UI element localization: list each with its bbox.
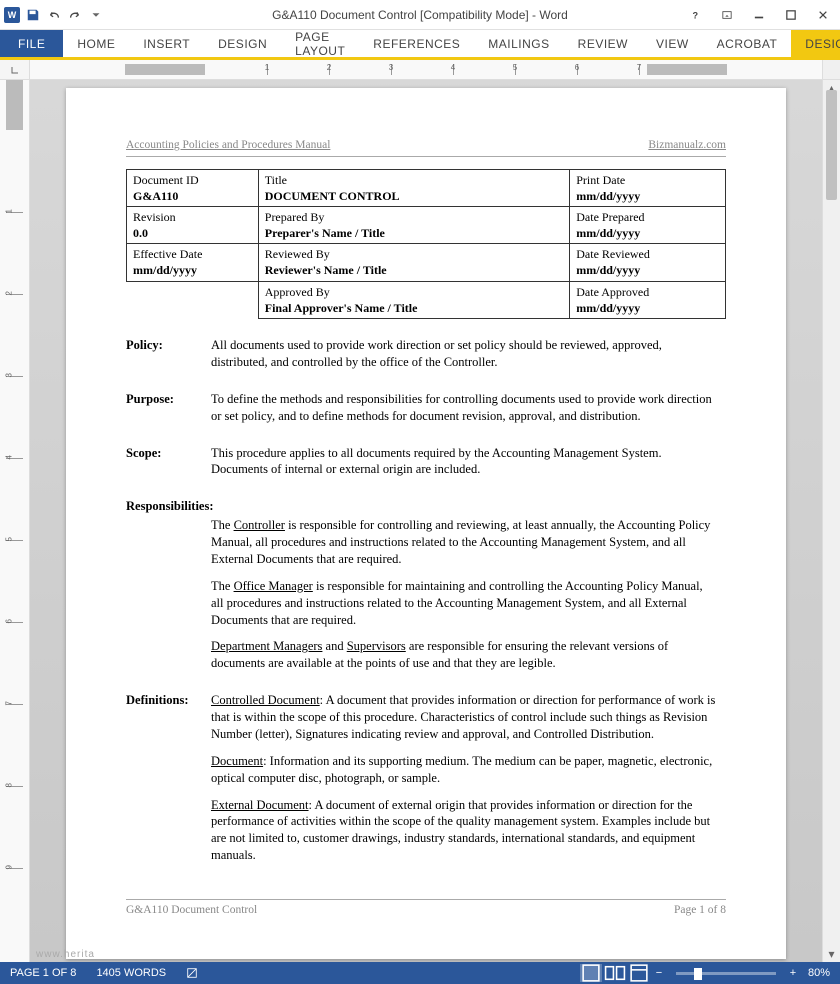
maximize-icon[interactable] [776,4,806,26]
page-viewport[interactable]: Accounting Policies and Procedures Manua… [30,80,822,962]
help-icon[interactable]: ? [680,4,710,26]
ribbon-tabs: FILE HOME INSERT DESIGN PAGE LAYOUT REFE… [0,30,840,60]
section-policy: Policy: All documents used to provide wo… [126,337,726,381]
tab-references[interactable]: REFERENCES [359,30,474,57]
tab-design-tools[interactable]: DESIGN [791,30,840,57]
minimize-icon[interactable] [744,4,774,26]
view-read-mode-icon[interactable] [604,964,626,982]
document-page[interactable]: Accounting Policies and Procedures Manua… [66,88,786,959]
tab-view[interactable]: VIEW [642,30,703,57]
table-row: Effective Datemm/dd/yyyy Reviewed ByRevi… [127,244,726,281]
footer-left: G&A110 Document Control [126,903,257,919]
tab-mailings[interactable]: MAILINGS [474,30,563,57]
vertical-scrollbar[interactable]: ▴ ▾ [822,80,840,962]
section-purpose: Purpose: To define the methods and respo… [126,391,726,435]
section-scope: Scope: This procedure applies to all doc… [126,445,726,489]
tab-acrobat[interactable]: ACROBAT [703,30,792,57]
horizontal-ruler[interactable]: 1234567 [30,60,822,79]
tab-insert[interactable]: INSERT [129,30,204,57]
save-icon[interactable] [25,7,41,23]
watermark: www.herita [36,949,95,960]
ribbon-display-icon[interactable] [712,4,742,26]
word-app-icon: W [4,7,20,23]
view-print-layout-icon[interactable] [580,964,602,982]
zoom-slider-thumb[interactable] [694,968,702,980]
tab-selector[interactable] [0,60,30,79]
section-definitions: Definitions: Controlled Document: A docu… [126,692,726,874]
scroll-down-icon[interactable]: ▾ [823,946,840,962]
status-page[interactable]: PAGE 1 OF 8 [0,967,86,979]
title-bar: W G&A110 Document Control [Compatibility… [0,0,840,30]
zoom-slider[interactable] [676,972,776,975]
qat-dropdown-icon[interactable] [88,7,104,23]
table-row: Revision0.0 Prepared ByPreparer's Name /… [127,206,726,243]
status-bar: PAGE 1 OF 8 1405 WORDS − + 80% [0,962,840,984]
view-web-layout-icon[interactable] [628,964,650,982]
redo-icon[interactable] [67,7,83,23]
status-words[interactable]: 1405 WORDS [86,967,176,979]
vertical-ruler[interactable]: 123456789 [0,80,30,962]
status-proofing-icon[interactable] [176,967,208,979]
tab-file[interactable]: FILE [0,30,63,57]
document-area: 123456789 Accounting Policies and Proced… [0,80,840,962]
ruler-row: 1234567 [0,60,840,80]
window-title: G&A110 Document Control [Compatibility M… [272,8,568,22]
undo-icon[interactable] [46,7,62,23]
table-row: Approved ByFinal Approver's Name / Title… [127,281,726,318]
tab-review[interactable]: REVIEW [564,30,642,57]
svg-text:?: ? [693,10,699,20]
page-header: Accounting Policies and Procedures Manua… [126,138,726,157]
zoom-level[interactable]: 80% [802,967,834,979]
section-responsibilities-label: Responsibilities: [126,498,726,515]
tab-page-layout[interactable]: PAGE LAYOUT [281,30,359,57]
table-row: Document IDG&A110 TitleDOCUMENT CONTROL … [127,169,726,206]
header-right: Bizmanualz.com [648,138,726,154]
scroll-thumb[interactable] [826,90,837,200]
footer-right: Page 1 of 8 [674,903,726,919]
page-footer: G&A110 Document Control Page 1 of 8 [126,899,726,919]
zoom-out-icon[interactable]: − [652,966,666,980]
tab-home[interactable]: HOME [63,30,129,57]
header-left: Accounting Policies and Procedures Manua… [126,138,330,154]
tab-design[interactable]: DESIGN [204,30,281,57]
document-info-table: Document IDG&A110 TitleDOCUMENT CONTROL … [126,169,726,320]
close-icon[interactable] [808,4,838,26]
section-responsibilities-body: The Controller is responsible for contro… [126,517,726,682]
zoom-in-icon[interactable]: + [786,966,800,980]
